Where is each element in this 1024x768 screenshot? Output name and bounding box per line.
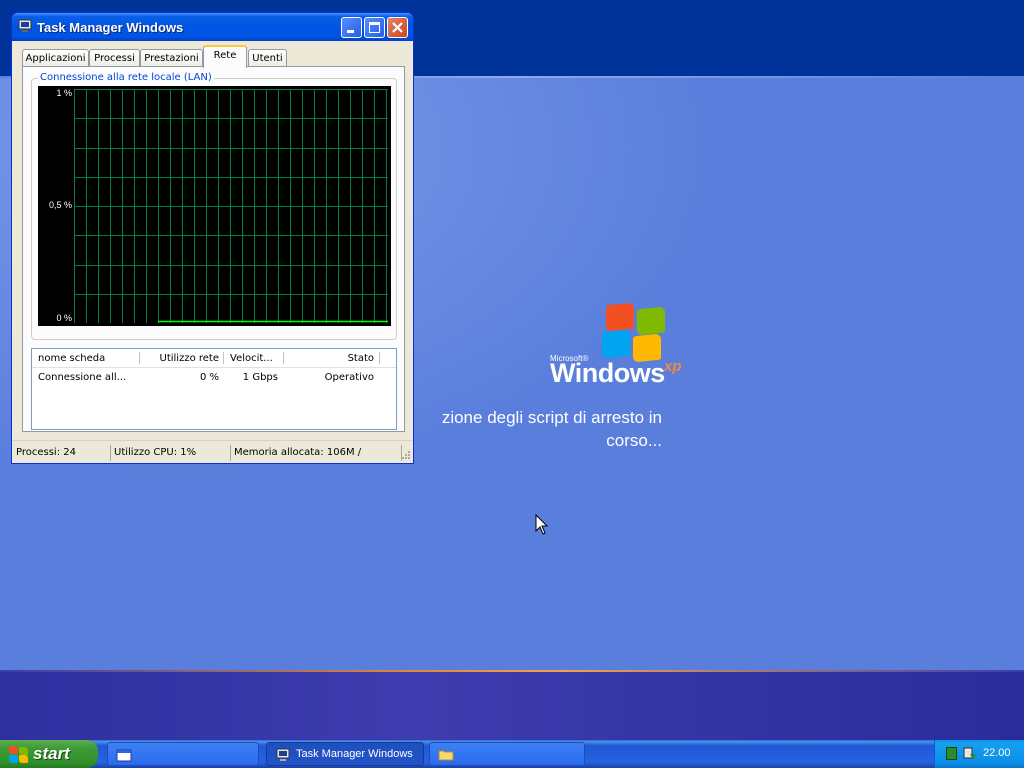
tab-panel-rete: Connessione alla rete locale (LAN) 1 % 0…	[22, 66, 405, 432]
maximize-icon	[369, 22, 380, 33]
graph-plot-area	[74, 89, 388, 323]
system-tray: 22.00	[934, 740, 1024, 768]
tab-utenti[interactable]: Utenti	[248, 49, 287, 67]
start-label: start	[33, 744, 70, 763]
adapter-list[interactable]: nome scheda Utilizzo rete Velocit... Sta…	[31, 348, 397, 430]
resize-grip-icon[interactable]	[399, 450, 411, 462]
windows-flag-icon	[602, 302, 668, 363]
column-header-speed[interactable]: Velocit...	[224, 349, 284, 368]
security-tray-icon[interactable]	[962, 745, 978, 761]
taskbar-button-label: Task Manager Windows	[296, 748, 413, 760]
row-speed: 1 Gbps	[242, 372, 278, 383]
windows-xp-logo: Microsoft® Windows xp	[550, 300, 690, 395]
taskbar-button-folder[interactable]	[429, 742, 585, 766]
title-bar[interactable]: Task Manager Windows	[12, 13, 413, 41]
tab-applicazioni[interactable]: Applicazioni	[22, 49, 89, 67]
tab-processi[interactable]: Processi	[89, 49, 140, 67]
task-manager-window[interactable]: Task Manager Windows Applicazioni Proces…	[11, 12, 414, 464]
column-header-filler	[380, 349, 396, 368]
windows-logo-icon	[9, 746, 29, 763]
window-icon	[116, 749, 132, 762]
tab-prestazioni[interactable]: Prestazioni	[140, 49, 203, 67]
clock: 22.00	[983, 747, 1011, 759]
status-memory: Memoria allocata: 106M /	[229, 445, 361, 461]
network-tray-icon[interactable]	[946, 747, 957, 760]
column-header-state[interactable]: Stato	[284, 349, 380, 368]
task-manager-icon	[276, 748, 290, 761]
status-cpu: Utilizzo CPU: 1%	[109, 445, 196, 461]
taskbar-button-task-manager[interactable]: Task Manager Windows	[266, 742, 424, 766]
window-title: Task Manager Windows	[37, 20, 184, 35]
close-icon	[392, 22, 403, 33]
y-label-mid: 0,5 %	[48, 200, 72, 210]
mouse-cursor-icon	[535, 514, 549, 535]
row-usage: 0 %	[199, 372, 219, 383]
minimize-icon	[347, 30, 354, 33]
y-label-min: 0 %	[56, 313, 72, 323]
group-title: Connessione alla rete locale (LAN)	[38, 72, 214, 83]
status-line-1: zione degli script di arresto in	[441, 408, 662, 427]
y-label-max: 1 %	[56, 88, 72, 98]
windows-wordmark: Windows	[550, 358, 665, 388]
status-processes: Processi: 24	[16, 447, 76, 458]
maximize-button[interactable]	[364, 17, 385, 38]
start-button[interactable]: start	[0, 740, 98, 768]
bottom-band	[0, 670, 1024, 740]
row-adapter-name: Connessione all...	[38, 372, 127, 383]
column-header-name[interactable]: nome scheda	[32, 349, 140, 368]
column-header-usage[interactable]: Utilizzo rete	[140, 349, 224, 368]
status-bar: Processi: 24 Utilizzo CPU: 1% Memoria al…	[12, 440, 413, 463]
network-group: Connessione alla rete locale (LAN) 1 % 0…	[31, 72, 397, 340]
tab-rete[interactable]: Rete	[203, 45, 247, 68]
task-manager-icon	[18, 19, 32, 32]
network-usage-graph: 1 % 0,5 % 0 %	[38, 86, 391, 326]
taskbar: start Task Manager Windows 22.00	[0, 740, 1024, 768]
minimize-button[interactable]	[341, 17, 362, 38]
shutdown-status-message: zione degli script di arresto in corso..…	[380, 406, 662, 452]
close-button[interactable]	[387, 17, 408, 38]
window-client-area: Applicazioni Processi Prestazioni Rete U…	[15, 41, 410, 435]
folder-icon	[438, 750, 454, 761]
row-state: Operativo	[324, 372, 374, 383]
graph-y-labels: 1 % 0,5 % 0 %	[38, 86, 74, 326]
xp-wordmark: xp	[664, 358, 682, 375]
status-line-2: corso...	[606, 431, 662, 450]
taskbar-button-window[interactable]	[107, 742, 259, 766]
